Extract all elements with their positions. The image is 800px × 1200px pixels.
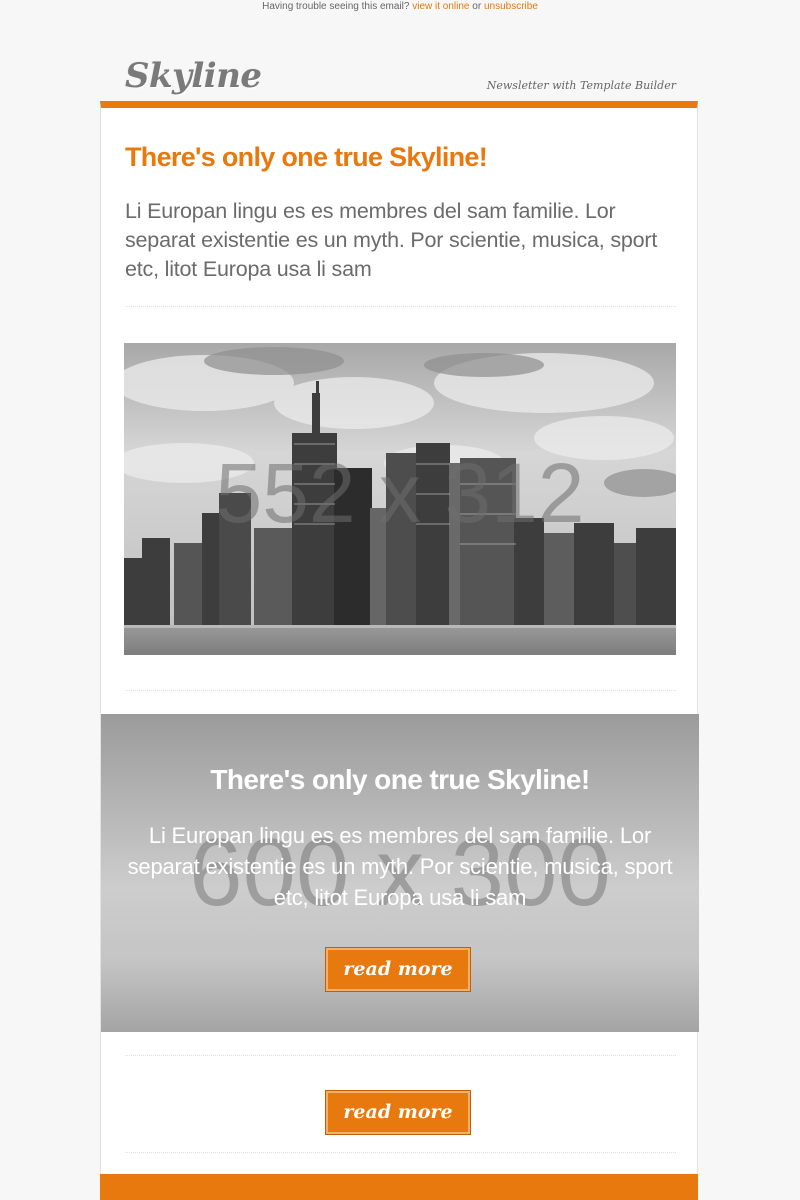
tagline: Newsletter with Template Builder bbox=[486, 79, 676, 92]
divider bbox=[125, 1055, 676, 1056]
skyline-image: 552 x 312 bbox=[124, 343, 676, 655]
preheader-text: Having trouble seeing this email? bbox=[262, 1, 410, 12]
divider bbox=[125, 690, 676, 691]
email-body: There's only one true Skyline! Li Europa… bbox=[100, 101, 699, 1200]
footer-bar bbox=[100, 1174, 698, 1200]
hero-text: Li Europan lingu es es membres del sam f… bbox=[127, 823, 673, 910]
image-size-label: 552 x 312 bbox=[215, 446, 585, 540]
divider bbox=[125, 306, 676, 307]
logo: Skyline bbox=[125, 56, 262, 96]
hero-section: 600 x 300 There's only one true Skyline!… bbox=[101, 714, 699, 1032]
hero-title: There's only one true Skyline! bbox=[210, 764, 590, 795]
preheader: Having trouble seeing this email? view i… bbox=[0, 0, 800, 14]
read-more-button[interactable]: read more bbox=[325, 1090, 471, 1135]
unsubscribe-link[interactable]: unsubscribe bbox=[484, 1, 538, 12]
preheader-or: or bbox=[472, 1, 482, 12]
view-online-link[interactable]: view it online bbox=[412, 1, 469, 12]
email-header: Skyline Newsletter with Template Builder bbox=[100, 52, 700, 100]
article-headline: There's only one true Skyline! bbox=[125, 142, 488, 172]
divider bbox=[125, 1152, 676, 1153]
hero-read-more-button[interactable]: read more bbox=[325, 947, 471, 992]
article-intro: Li Europan lingu es es membres del sam f… bbox=[125, 199, 658, 281]
